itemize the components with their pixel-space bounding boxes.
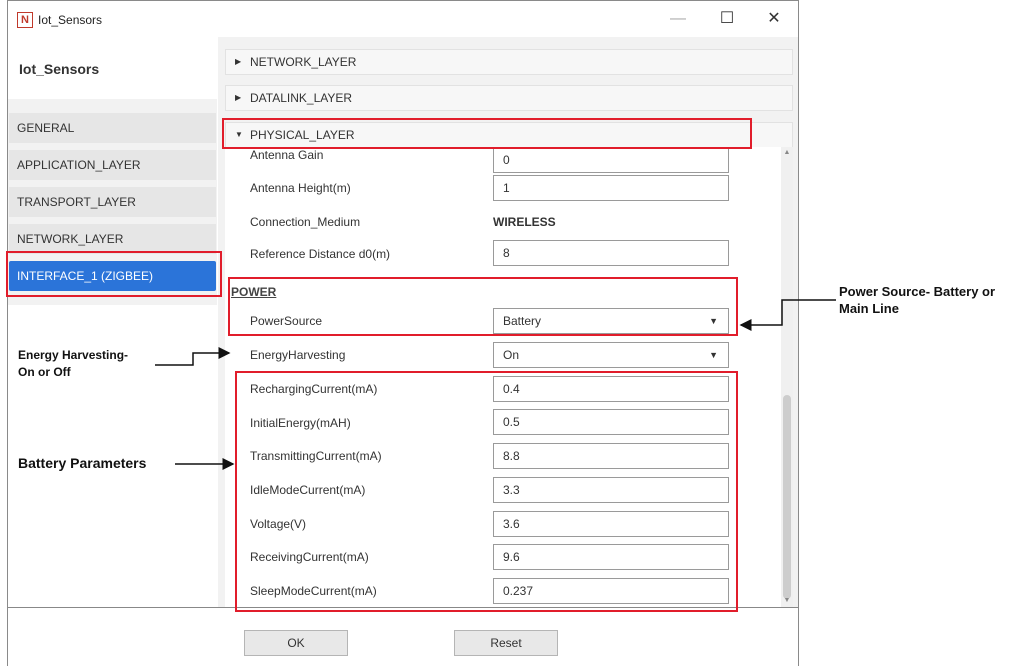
app-logo-icon: N	[17, 12, 33, 28]
accordion-label: DATALINK_LAYER	[250, 91, 353, 105]
accordion-network-layer[interactable]: ▶ NETWORK_LAYER	[225, 49, 793, 75]
window-title: Iot_Sensors	[38, 13, 103, 27]
minimize-button[interactable]: —	[658, 7, 698, 31]
annotation-line: Main Line	[839, 301, 899, 316]
sidebar-item-general[interactable]: GENERAL	[9, 113, 216, 143]
reference-distance-field[interactable]: 8	[493, 240, 729, 266]
antenna-height-field[interactable]: 1	[493, 175, 729, 201]
antenna-height-label: Antenna Height(m)	[250, 181, 351, 195]
reference-distance-label: Reference Distance d0(m)	[250, 247, 391, 261]
close-button[interactable]: ✕	[754, 7, 794, 31]
antenna-gain-field[interactable]: 0	[493, 147, 729, 173]
ok-button[interactable]: OK	[244, 630, 348, 656]
expand-arrow-icon: ▶	[235, 93, 242, 102]
highlight-box-interface	[6, 251, 222, 297]
energy-harvesting-annotation: Energy Harvesting- On or Off	[18, 347, 128, 381]
scroll-up-icon[interactable]: ▲	[781, 147, 793, 159]
accordion-label: NETWORK_LAYER	[250, 55, 357, 69]
energy-harvesting-dropdown[interactable]: On ▼	[493, 342, 729, 368]
sidebar-header: Iot_Sensors	[8, 37, 217, 99]
highlight-box-battery-parameters	[235, 371, 738, 612]
annotation-line: On or Off	[18, 365, 71, 379]
annotation-line: Power Source- Battery or	[839, 284, 996, 299]
dialog-footer: OK Reset	[8, 607, 798, 666]
reset-button[interactable]: Reset	[454, 630, 558, 656]
energy-harvesting-label: EnergyHarvesting	[250, 348, 346, 362]
maximize-button[interactable]: ☐	[707, 7, 747, 31]
highlight-box-physical-layer	[222, 118, 752, 149]
sidebar-item-application-layer[interactable]: APPLICATION_LAYER	[9, 150, 216, 180]
device-name: Iot_Sensors	[19, 61, 100, 77]
energy-harvesting-value: On	[503, 348, 520, 362]
antenna-gain-label: Antenna Gain	[250, 148, 324, 162]
sidebar-item-network-layer[interactable]: NETWORK_LAYER	[9, 224, 216, 254]
title-bar: N Iot_Sensors — ☐ ✕	[8, 1, 798, 37]
vertical-scrollbar[interactable]: ▲ ▼	[781, 147, 793, 607]
scroll-down-icon[interactable]: ▼	[781, 595, 793, 607]
accordion-datalink-layer[interactable]: ▶ DATALINK_LAYER	[225, 85, 793, 111]
highlight-box-power-source	[228, 277, 738, 336]
annotation-line: Energy Harvesting-	[18, 348, 129, 362]
sidebar: Iot_Sensors GENERAL APPLICATION_LAYER TR…	[8, 37, 217, 607]
expand-arrow-icon: ▶	[235, 57, 242, 66]
connection-medium-value: WIRELESS	[493, 215, 556, 229]
connection-medium-label: Connection_Medium	[250, 215, 361, 229]
power-source-annotation: Power Source- Battery or Main Line	[839, 283, 995, 317]
chevron-down-icon: ▼	[709, 350, 718, 360]
sidebar-item-transport-layer[interactable]: TRANSPORT_LAYER	[9, 187, 216, 217]
scroll-thumb[interactable]	[783, 395, 791, 599]
battery-parameters-annotation: Battery Parameters	[18, 455, 147, 471]
